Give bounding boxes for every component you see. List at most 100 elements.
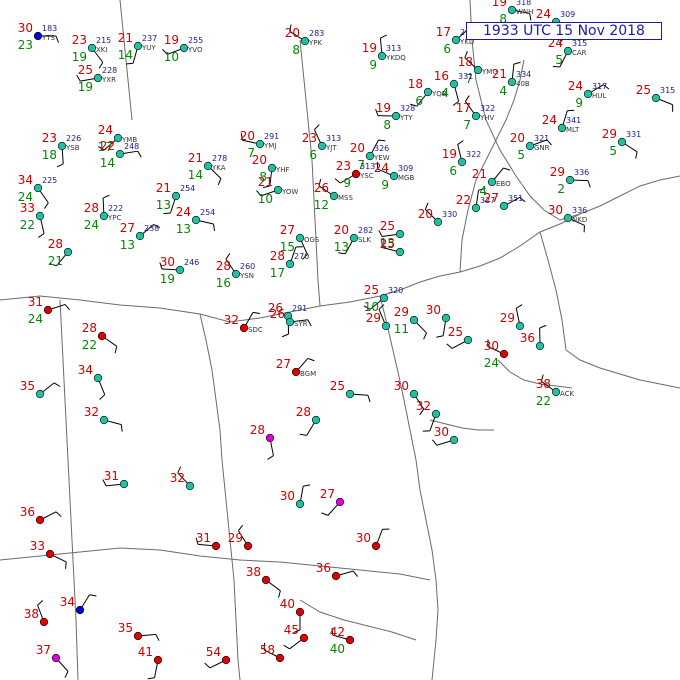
station-circle [463, 335, 473, 345]
dewpoint-label: 18 [42, 148, 57, 162]
station-circle [239, 323, 249, 333]
dewpoint-label: 10 [164, 50, 179, 64]
station-circle [329, 191, 339, 201]
station-circle [171, 191, 181, 201]
dewpoint-label: 13 [176, 222, 191, 236]
dewpoint-label: 9 [343, 176, 351, 190]
temperature-label: 38 [536, 377, 551, 391]
station-circle [365, 151, 375, 161]
station-circle [295, 499, 305, 509]
station-circle [35, 515, 45, 525]
pressure-label: 309 [398, 164, 413, 173]
temperature-label: 29 [550, 165, 565, 179]
station-id-label: SYR [294, 320, 308, 328]
pressure-label: 228 [102, 66, 117, 75]
temperature-label: 37 [36, 643, 51, 657]
station-circle [275, 653, 285, 663]
map-title-box: 1933 UTC 15 Nov 2018 [466, 22, 662, 40]
temperature-label: 29 [602, 127, 617, 141]
temperature-label: 28 [296, 405, 311, 419]
dewpoint-label: 14 [100, 156, 115, 170]
dewpoint-label: 6 [443, 42, 451, 56]
temperature-label: 45 [284, 623, 299, 637]
station-circle [43, 305, 53, 315]
station-circle [93, 373, 103, 383]
station-circle [93, 73, 103, 83]
temperature-label: 30 [356, 531, 371, 545]
station-circle [345, 635, 355, 645]
station-id-label: YPK [308, 39, 322, 47]
pressure-label: 291 [292, 304, 307, 313]
station-circle [99, 211, 109, 221]
dewpoint-label: 9 [369, 58, 377, 72]
station-circle [115, 149, 125, 159]
station-circle [525, 141, 535, 151]
station-id-label: YKDQ [385, 54, 406, 62]
pressure-label: 183 [42, 24, 57, 33]
station-circle [231, 269, 241, 279]
temperature-label: 58 [260, 643, 275, 657]
pressure-label: 254 [200, 208, 215, 217]
temperature-label: 19 [442, 147, 457, 161]
station-id-label: YSB [65, 144, 80, 152]
pressure-label: 317 [592, 82, 607, 91]
dewpoint-label: 5 [517, 148, 525, 162]
pressure-label: 336 [572, 206, 587, 215]
temperature-label: 25 [78, 63, 93, 77]
temperature-label: 36 [316, 561, 331, 575]
station-id-label: YKA [211, 164, 226, 172]
station-circle [295, 607, 305, 617]
temperature-label: 34 [18, 173, 33, 187]
dewpoint-label: 4 [499, 84, 507, 98]
pressure-label: 313 [386, 44, 401, 53]
pressure-label: 238 [144, 224, 159, 233]
temperature-label: 35 [20, 379, 35, 393]
temperature-label: 27 [120, 221, 135, 235]
station-circle [535, 341, 545, 351]
temperature-label: 20 [418, 207, 433, 221]
station-id-label: YJT [325, 144, 337, 152]
station-id-label: MSS [338, 194, 353, 202]
station-circle [261, 575, 271, 585]
temperature-label: 28 [84, 201, 99, 215]
temperature-label: 21 [156, 181, 171, 195]
station-circle [377, 51, 387, 61]
dewpoint-label: 23 [18, 38, 33, 52]
pressure-label: 341 [566, 116, 581, 125]
station-circle [351, 169, 361, 179]
dewpoint-label: 9 [575, 96, 583, 110]
pressure-label: 270 [294, 252, 309, 261]
station-circle [381, 321, 391, 331]
temperature-label: 21 [258, 175, 273, 189]
station-circle [285, 317, 295, 327]
dewpoint-label: 22 [536, 394, 551, 408]
wind-barb-flag [65, 561, 67, 569]
temperature-label: 30 [280, 489, 295, 503]
station-circle [349, 233, 359, 243]
station-id-label: YXR [101, 76, 116, 84]
temperature-label: 27 [320, 487, 335, 501]
station-circle [395, 247, 405, 257]
temperature-label: 23 [72, 33, 87, 47]
temperature-label: 24 [176, 205, 191, 219]
temperature-label: 29 [394, 305, 409, 319]
station-circle [409, 389, 419, 399]
temperature-label: 24 [98, 123, 113, 137]
dewpoint-label: 24 [84, 218, 99, 232]
temperature-label: 30 [18, 21, 33, 35]
pressure-label: 225 [42, 176, 57, 185]
station-id-label: YUY [141, 44, 156, 52]
station-id-label: WNH [516, 8, 533, 16]
dewpoint-label: 19 [78, 80, 93, 94]
station-id-label: XKI [96, 46, 107, 54]
temperature-label: 41 [138, 645, 153, 659]
station-circle [331, 571, 341, 581]
temperature-label: 28 [216, 259, 231, 273]
pressure-label: 334 [516, 70, 531, 79]
station-circle [203, 161, 213, 171]
pressure-label: 320 [388, 286, 403, 295]
temperature-label: 38 [24, 607, 39, 621]
station-circle [431, 409, 441, 419]
pressure-label: 321 [534, 134, 549, 143]
station-circle [563, 213, 573, 223]
